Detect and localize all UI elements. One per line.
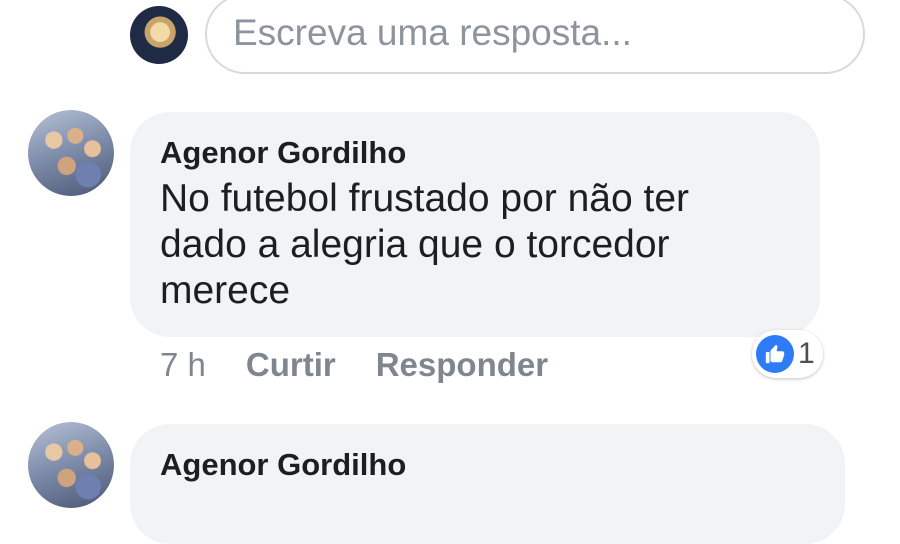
- comment-bubble: Agenor Gordilho No futebol frustado por …: [130, 112, 820, 337]
- comment: Agenor Gordilho: [0, 420, 900, 544]
- comment-author-avatar[interactable]: [28, 110, 114, 196]
- comment-bubble: Agenor Gordilho: [130, 424, 845, 544]
- reply-input[interactable]: Escreva uma resposta...: [205, 0, 865, 74]
- comment-text: No futebol frustado por não ter dado a a…: [160, 177, 689, 312]
- comment-actions: 7 h Curtir Responder: [160, 346, 548, 384]
- reaction-summary[interactable]: 1: [752, 330, 823, 378]
- comment-timestamp[interactable]: 7 h: [160, 346, 206, 384]
- reply-composer: Escreva uma resposta...: [0, 0, 900, 90]
- reaction-count: 1: [798, 337, 815, 370]
- comment: Agenor Gordilho No futebol frustado por …: [0, 108, 900, 408]
- comment-author-name[interactable]: Agenor Gordilho: [160, 446, 815, 484]
- current-user-avatar: [130, 6, 188, 64]
- comment-author-avatar[interactable]: [28, 422, 114, 508]
- like-button[interactable]: Curtir: [246, 346, 336, 384]
- comment-author-name[interactable]: Agenor Gordilho: [160, 134, 790, 172]
- like-icon: [756, 335, 794, 373]
- reply-button[interactable]: Responder: [376, 346, 548, 384]
